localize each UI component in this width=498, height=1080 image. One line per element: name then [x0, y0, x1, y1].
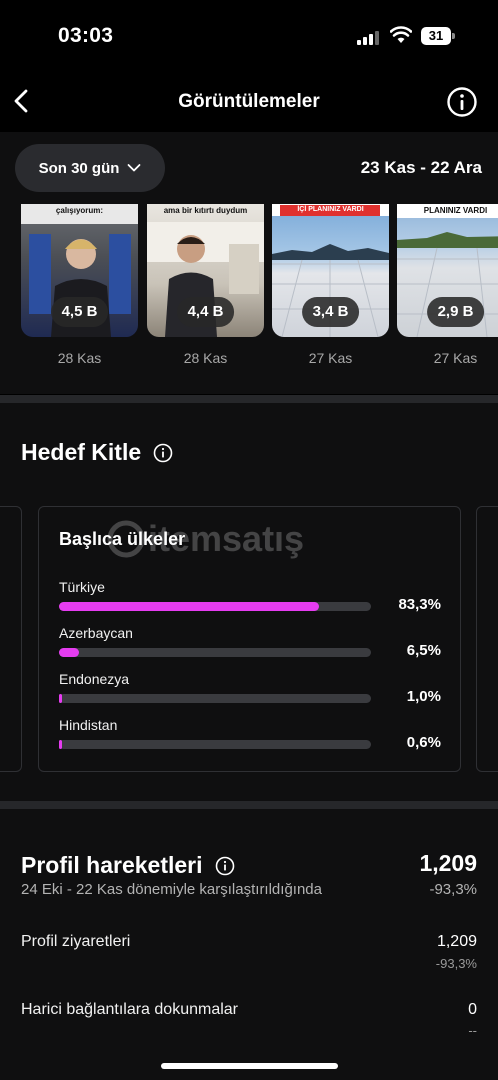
country-bar-fill: [59, 694, 62, 703]
profile-activity-total: 1,209: [419, 850, 477, 876]
info-icon[interactable]: [215, 856, 235, 876]
country-percent: 0,6%: [406, 734, 441, 751]
thumbnail-caption: İÇİ PLANINIZ VARDI: [297, 206, 364, 213]
metric-label-external-link-taps: Harici bağlantılara dokunmalar: [21, 1001, 238, 1018]
next-card-edge[interactable]: [476, 506, 498, 772]
metric-value-external-link-taps: 0: [468, 1001, 477, 1018]
chevron-down-icon: [128, 164, 141, 172]
content-thumbnail[interactable]: ama bir kıtırtı duydum 4,4 B: [147, 204, 264, 337]
watermark-logo: itemsatış: [107, 518, 304, 559]
country-percent: 83,3%: [398, 596, 441, 613]
metric-value-profile-visits: 1,209: [436, 933, 477, 950]
country-row: Azerbaycan 6,5%: [59, 625, 441, 659]
filter-row: Son 30 gün 23 Kas - 22 Ara: [0, 132, 498, 204]
status-time: 03:03: [58, 24, 114, 47]
audience-title-text: Hedef Kitle: [21, 439, 142, 465]
content-thumbnail[interactable]: PLANINIZ VARDI 2,9 B: [397, 204, 498, 337]
thumbnail-caption: PLANINIZ VARDI: [423, 206, 488, 215]
thumbnail-date: 28 Kas: [57, 350, 102, 366]
country-row: Endonezya 1,0%: [59, 671, 441, 705]
country-name: Hindistan: [59, 717, 118, 733]
metric-change-external-link-taps: --: [468, 1023, 477, 1038]
country-name: Azerbaycan: [59, 625, 133, 641]
country-row: Türkiye 83,3%: [59, 579, 441, 613]
profile-activity-title-text: Profil hareketleri: [21, 852, 203, 878]
date-range: 23 Kas - 22 Ara: [360, 158, 482, 177]
content-thumbnail[interactable]: İÇİ PLANINIZ VARDI 3,4 B: [272, 204, 389, 337]
audience-title: Hedef Kitle: [21, 439, 173, 466]
thumbnail-date: 27 Kas: [308, 350, 353, 366]
view-count-badge: 2,9 B: [426, 297, 485, 327]
country-bar-track: [59, 648, 371, 657]
nav-header: Görüntülemeler: [0, 70, 498, 132]
info-icon[interactable]: [153, 443, 173, 463]
thumbnail-date: 27 Kas: [433, 350, 478, 366]
country-bar-fill: [59, 602, 319, 611]
profile-activity-title: Profil hareketleri: [21, 852, 235, 879]
country-bar-fill: [59, 648, 79, 657]
view-count-badge: 4,4 B: [176, 297, 235, 327]
content-thumbnail-strip: çalışıyorum: 4,5 B 28 Kas ama bir kıtırt…: [0, 204, 498, 394]
view-count-badge: 3,4 B: [301, 297, 360, 327]
country-bar-track: [59, 694, 371, 703]
content-thumbnail[interactable]: çalışıyorum: 4,5 B: [21, 204, 138, 337]
view-count-badge: 4,5 B: [50, 297, 109, 327]
status-bar: 03:03 31: [0, 0, 498, 70]
previous-card-edge[interactable]: [0, 506, 22, 772]
country-bar-track: [59, 740, 371, 749]
section-divider: [0, 395, 498, 403]
home-indicator[interactable]: [161, 1063, 338, 1069]
battery-icon: 31: [421, 27, 455, 45]
country-row: Hindistan 0,6%: [59, 717, 441, 751]
cellular-signal-icon: [357, 31, 381, 45]
battery-level: 31: [421, 27, 451, 45]
country-bar-fill: [59, 740, 62, 749]
info-icon[interactable]: [446, 86, 478, 118]
thumbnail-date: 28 Kas: [183, 350, 228, 366]
country-percent: 6,5%: [406, 642, 441, 659]
country-name: Türkiye: [59, 579, 105, 595]
audience-section: Hedef Kitle Başlıca ülkeler Türkiye 83,3…: [0, 403, 498, 801]
period-label: Son 30 gün: [38, 159, 120, 177]
country-name: Endonezya: [59, 671, 130, 687]
watermark-text: itemsatış: [148, 518, 304, 559]
section-divider: [0, 801, 498, 809]
metric-label-profile-visits: Profil ziyaretleri: [21, 933, 131, 950]
comparison-text: 24 Eki - 22 Kas dönemiyle karşılaştırıld…: [21, 881, 322, 898]
country-bar-track: [59, 602, 371, 611]
metric-change-profile-visits: -93,3%: [435, 956, 477, 971]
page-title: Görüntülemeler: [178, 91, 320, 112]
wifi-icon: [390, 26, 412, 43]
thumbnail-caption: ama bir kıtırtı duydum: [163, 206, 248, 215]
country-percent: 1,0%: [406, 688, 441, 705]
period-selector[interactable]: Son 30 gün: [15, 144, 165, 192]
thumbnail-caption: çalışıyorum:: [55, 206, 104, 215]
comparison-percent: -93,3%: [429, 881, 477, 898]
